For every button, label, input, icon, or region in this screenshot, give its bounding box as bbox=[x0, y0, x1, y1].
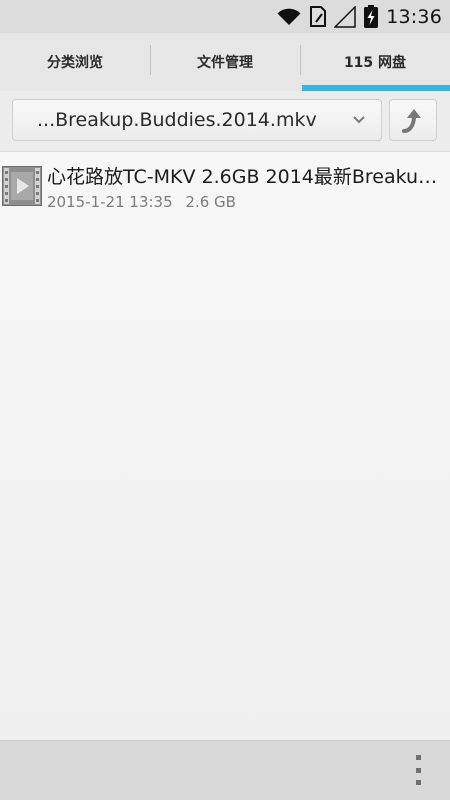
up-arrow-icon bbox=[402, 109, 421, 133]
wifi-icon bbox=[277, 8, 301, 25]
file-date: 2015-1-21 13:35 bbox=[47, 193, 173, 211]
file-size: 2.6 GB bbox=[185, 193, 236, 211]
tab-category-browse[interactable]: 分类浏览 bbox=[0, 33, 150, 91]
signal-icon bbox=[334, 5, 356, 28]
status-bar: 13:36 bbox=[0, 0, 450, 33]
overflow-menu-icon[interactable] bbox=[410, 755, 426, 785]
file-row[interactable]: 心花路放TC-MKV 2.6GB 2014最新Breakup.Buddies.2… bbox=[0, 152, 450, 222]
sim-card-icon bbox=[310, 6, 327, 27]
bottom-bar bbox=[0, 740, 450, 800]
file-meta: 2015-1-21 13:35 2.6 GB bbox=[47, 193, 236, 211]
status-time: 13:36 bbox=[386, 5, 442, 28]
menu-dot bbox=[415, 755, 421, 760]
menu-dot bbox=[415, 780, 421, 785]
status-icons: 13:36 bbox=[276, 0, 442, 33]
current-path: ...Breakup.Buddies.2014.mkv bbox=[37, 109, 317, 131]
tab-bar: 分类浏览 文件管理 115 网盘 bbox=[0, 33, 450, 91]
chevron-down-icon bbox=[337, 115, 381, 125]
file-name: 心花路放TC-MKV 2.6GB 2014最新Breakup.Buddies.2… bbox=[47, 166, 447, 188]
path-dropdown[interactable]: ...Breakup.Buddies.2014.mkv bbox=[12, 99, 382, 141]
tab-115-cloud[interactable]: 115 网盘 bbox=[300, 33, 450, 91]
menu-dot bbox=[415, 767, 421, 773]
battery-charging-icon bbox=[364, 5, 379, 28]
video-file-icon bbox=[2, 166, 42, 206]
up-directory-button[interactable] bbox=[389, 99, 437, 141]
file-list: 心花路放TC-MKV 2.6GB 2014最新Breakup.Buddies.2… bbox=[0, 152, 450, 740]
tab-file-manager[interactable]: 文件管理 bbox=[150, 33, 300, 91]
path-bar: ...Breakup.Buddies.2014.mkv bbox=[0, 91, 450, 152]
